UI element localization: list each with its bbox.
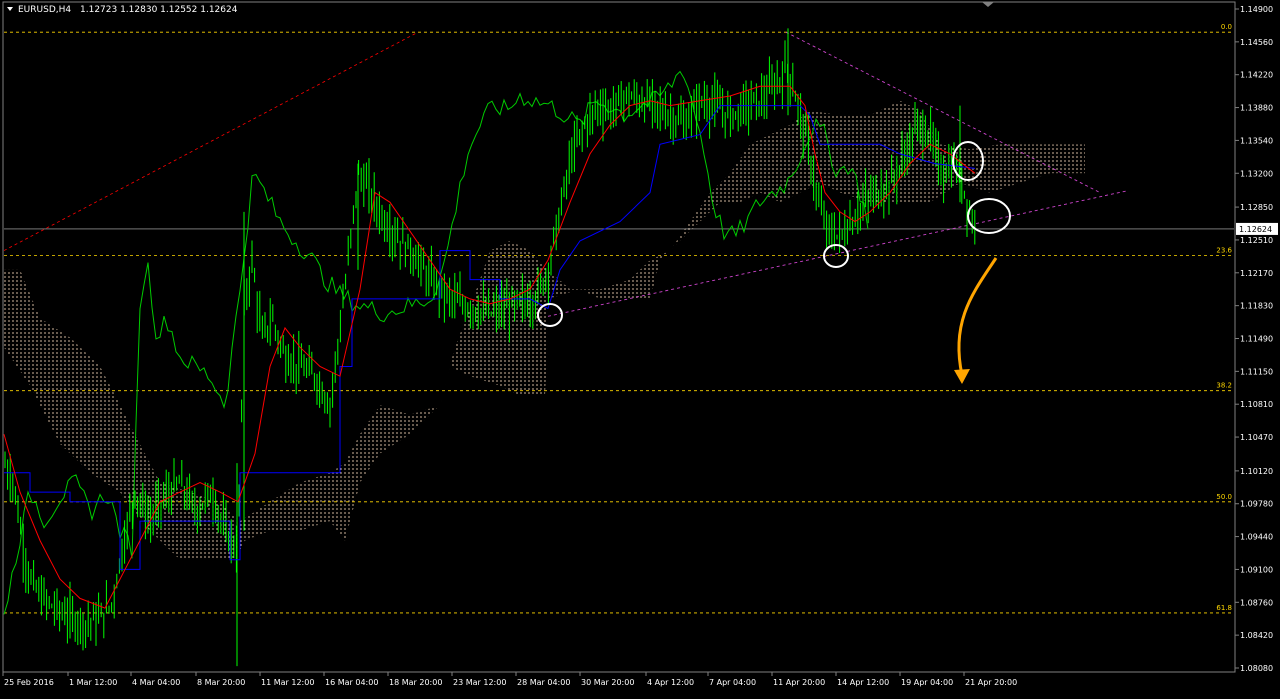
price-axis[interactable]: 1.14900 1.14560 1.14220 1.13880 1.13540 1.132… xyxy=(1235,5,1278,673)
fib-level-label: 38.2 xyxy=(1216,382,1232,390)
price-tick-label: 1.08080 xyxy=(1240,664,1273,673)
chart-window[interactable]: EURUSD,H4 1.12723 1.12830 1.12552 1.1262… xyxy=(0,0,1280,695)
price-tick-label: 1.10810 xyxy=(1240,400,1273,409)
price-tick-label: 1.14560 xyxy=(1240,38,1273,47)
time-tick-label: 18 Mar 20:00 xyxy=(389,678,442,687)
chart-shift-marker-icon[interactable] xyxy=(982,2,994,7)
price-tick-label: 1.10470 xyxy=(1240,433,1273,442)
time-tick-label: 7 Apr 04:00 xyxy=(709,678,756,687)
time-tick-label: 19 Apr 04:00 xyxy=(901,678,953,687)
price-tick-label: 1.08760 xyxy=(1240,598,1273,607)
time-tick-label: 23 Mar 12:00 xyxy=(453,678,506,687)
time-tick-label: 8 Mar 20:00 xyxy=(197,678,245,687)
time-axis[interactable]: 25 Feb 2016 1 Mar 12:00 4 Mar 04:00 8 Mar 2… xyxy=(2,672,1017,687)
price-tick-label: 1.11830 xyxy=(1240,302,1273,311)
price-tick-label: 1.09440 xyxy=(1240,533,1273,542)
price-tick-label: 1.12850 xyxy=(1240,203,1273,212)
time-tick-label: 30 Mar 20:00 xyxy=(581,678,634,687)
price-tick-label: 1.12170 xyxy=(1240,269,1273,278)
symbol-title: EURUSD,H4 xyxy=(18,5,71,15)
time-tick-label: 11 Apr 20:00 xyxy=(773,678,825,687)
long-ascending-trendline xyxy=(3,31,419,251)
time-tick-label: 4 Mar 04:00 xyxy=(132,678,180,687)
time-tick-label: 14 Apr 12:00 xyxy=(837,678,889,687)
bearish-arrow xyxy=(957,257,998,376)
ohlc-values: 1.12723 1.12830 1.12552 1.12624 xyxy=(80,5,238,15)
current-price-label: 1.12624 xyxy=(1239,225,1272,234)
price-tick-label: 1.14220 xyxy=(1240,71,1273,80)
title-bar: EURUSD,H4 1.12723 1.12830 1.12552 1.1262… xyxy=(7,5,238,15)
price-tick-label: 1.11150 xyxy=(1240,367,1273,376)
price-tick-label: 1.09100 xyxy=(1240,565,1273,574)
chikou-line xyxy=(3,70,869,615)
time-tick-label: 11 Mar 12:00 xyxy=(261,678,314,687)
price-tick-label: 1.13200 xyxy=(1240,169,1273,178)
time-tick-label: 25 Feb 2016 xyxy=(4,678,54,687)
price-tick-label: 1.09780 xyxy=(1240,500,1273,509)
time-tick-label: 4 Apr 12:00 xyxy=(647,678,694,687)
dropdown-triangle-icon[interactable] xyxy=(7,7,13,11)
price-tick-label: 1.08420 xyxy=(1240,631,1273,640)
time-tick-label: 21 Apr 20:00 xyxy=(965,678,1017,687)
time-tick-label: 28 Mar 04:00 xyxy=(517,678,570,687)
price-tick-label: 1.14900 xyxy=(1240,5,1273,14)
arrow-down-icon xyxy=(954,369,970,384)
chikou-span xyxy=(3,70,869,615)
fib-level-label: 0.0 xyxy=(1221,23,1232,31)
time-tick-label: 1 Mar 12:00 xyxy=(69,678,117,687)
price-chart[interactable]: EURUSD,H4 1.12723 1.12830 1.12552 1.1262… xyxy=(0,0,1280,695)
fib-level-label: 61.8 xyxy=(1216,604,1232,612)
fib-level-label: 50.0 xyxy=(1216,493,1232,501)
price-tick-label: 1.11490 xyxy=(1240,335,1273,344)
price-tick-label: 1.10120 xyxy=(1240,467,1273,476)
time-tick-label: 16 Mar 04:00 xyxy=(325,678,378,687)
swing-low-circle xyxy=(823,244,849,268)
price-tick-label: 1.13880 xyxy=(1240,104,1273,113)
fib-level-label: 23.6 xyxy=(1216,246,1232,254)
price-tick-label: 1.12510 xyxy=(1240,236,1273,245)
price-tick-label: 1.13540 xyxy=(1240,136,1273,145)
